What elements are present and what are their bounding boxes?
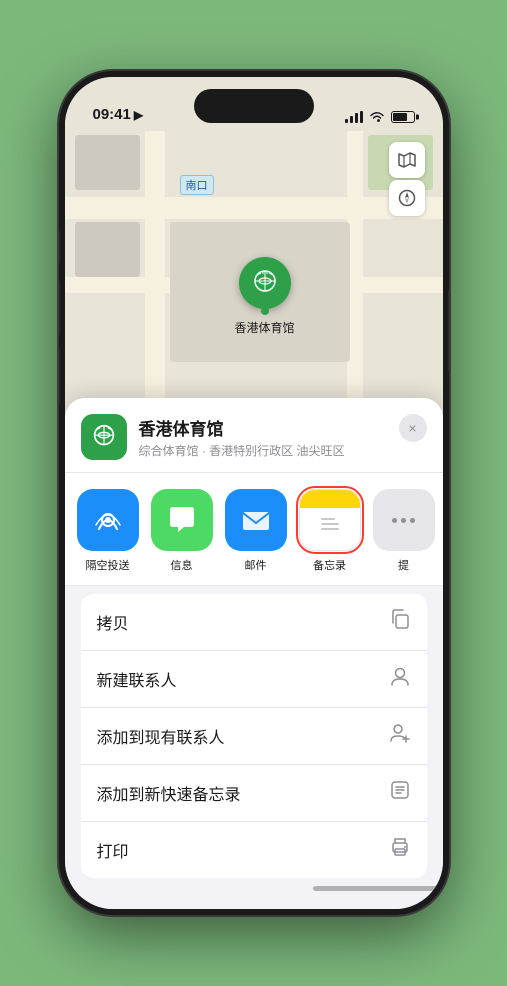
mail-icon [238,502,274,538]
share-item-more[interactable]: 提 [373,489,435,573]
signal-bar-4 [360,111,363,123]
wifi-icon [369,111,385,123]
venue-subtitle: 综合体育馆 · 香港特别行政区 油尖旺区 [139,442,427,459]
notes-label: 备忘录 [313,557,346,573]
more-icon [373,489,435,551]
share-icons-list: 隔空投送 信息 [77,489,431,573]
action-item-print[interactable]: 打印 [81,822,427,878]
add-notes-label: 添加到新快速备忘录 [97,781,241,805]
map-block [75,135,140,190]
pin-label: 香港体育馆 [235,319,295,336]
sheet-header: 香港体育馆 综合体育馆 · 香港特别行政区 油尖旺区 × [65,398,443,473]
notes-lines-icon [312,502,348,538]
volume-down-button[interactable] [59,349,60,403]
stadium-pin[interactable]: 香港体育馆 [235,257,295,336]
copy-label: 拷贝 [97,610,129,634]
close-button[interactable]: × [399,414,427,442]
add-existing-icon [389,722,411,750]
person-svg-icon [389,665,411,687]
venue-icon [81,414,127,460]
messages-label: 信息 [171,557,193,573]
status-icons [345,111,415,123]
airdrop-icon [91,503,125,537]
new-contact-label: 新建联系人 [97,667,177,691]
dot3 [410,518,415,523]
airdrop-icon-bg [77,489,139,551]
venue-info: 香港体育馆 综合体育馆 · 香港特别行政区 油尖旺区 [139,415,427,459]
mail-icon-bg [225,489,287,551]
notes-quick-svg-icon [389,779,411,801]
dynamic-island [194,89,314,123]
signal-bar-3 [355,113,358,123]
mail-label: 邮件 [245,557,267,573]
map-type-button[interactable] [389,142,425,178]
action-list: 拷贝 新建联系人 [65,594,443,878]
share-item-mail[interactable]: 邮件 [225,489,287,573]
print-svg-icon [389,836,411,858]
share-item-notes[interactable]: 备忘录 [299,489,361,573]
map-controls [389,142,425,216]
print-label: 打印 [97,838,129,862]
action-item-add-notes[interactable]: 添加到新快速备忘录 [81,765,427,822]
new-contact-icon [389,665,411,693]
stadium-icon [249,267,281,299]
print-icon [389,836,411,864]
map-road [65,197,443,219]
location-icon: ▶ [134,108,143,122]
signal-bar-2 [350,116,353,123]
battery-icon [391,111,415,123]
notes-icon-bg [299,489,361,551]
time-display: 09:41 [93,106,131,123]
add-existing-label: 添加到现有联系人 [97,724,225,748]
venue-name: 香港体育馆 [139,415,427,440]
map-entrance-label: 南口 [180,175,214,195]
person-add-svg-icon [389,722,411,744]
venue-stadium-icon [89,422,119,452]
dot2 [401,518,406,523]
home-indicator [313,886,443,891]
power-button[interactable] [448,291,449,371]
signal-icon [345,111,363,123]
location-button[interactable] [389,180,425,216]
dot1 [392,518,397,523]
messages-icon [164,502,200,538]
share-item-airdrop[interactable]: 隔空投送 [77,489,139,573]
add-notes-icon [389,779,411,807]
action-item-add-existing[interactable]: 添加到现有联系人 [81,708,427,765]
compass-icon [398,189,416,207]
phone-screen: 09:41 ▶ [65,77,443,909]
more-dots-row1 [392,518,415,523]
signal-bar-1 [345,119,348,123]
mute-button[interactable] [59,231,60,263]
airdrop-label: 隔空投送 [86,557,130,573]
action-item-new-contact[interactable]: 新建联系人 [81,651,427,708]
share-item-messages[interactable]: 信息 [151,489,213,573]
map-type-icon [397,151,417,169]
status-time: 09:41 ▶ [93,106,144,123]
volume-up-button[interactable] [59,281,60,335]
phone-frame: 09:41 ▶ [59,71,449,915]
battery-fill [393,113,407,121]
more-label: 提 [398,557,409,573]
messages-icon-bg [151,489,213,551]
map-block [75,222,140,277]
bottom-sheet: 香港体育馆 综合体育馆 · 香港特别行政区 油尖旺区 × [65,398,443,909]
copy-svg-icon [389,608,411,630]
share-row: 隔空投送 信息 [65,473,443,586]
action-item-copy[interactable]: 拷贝 [81,594,427,651]
copy-icon [389,608,411,636]
pin-marker [239,257,291,309]
